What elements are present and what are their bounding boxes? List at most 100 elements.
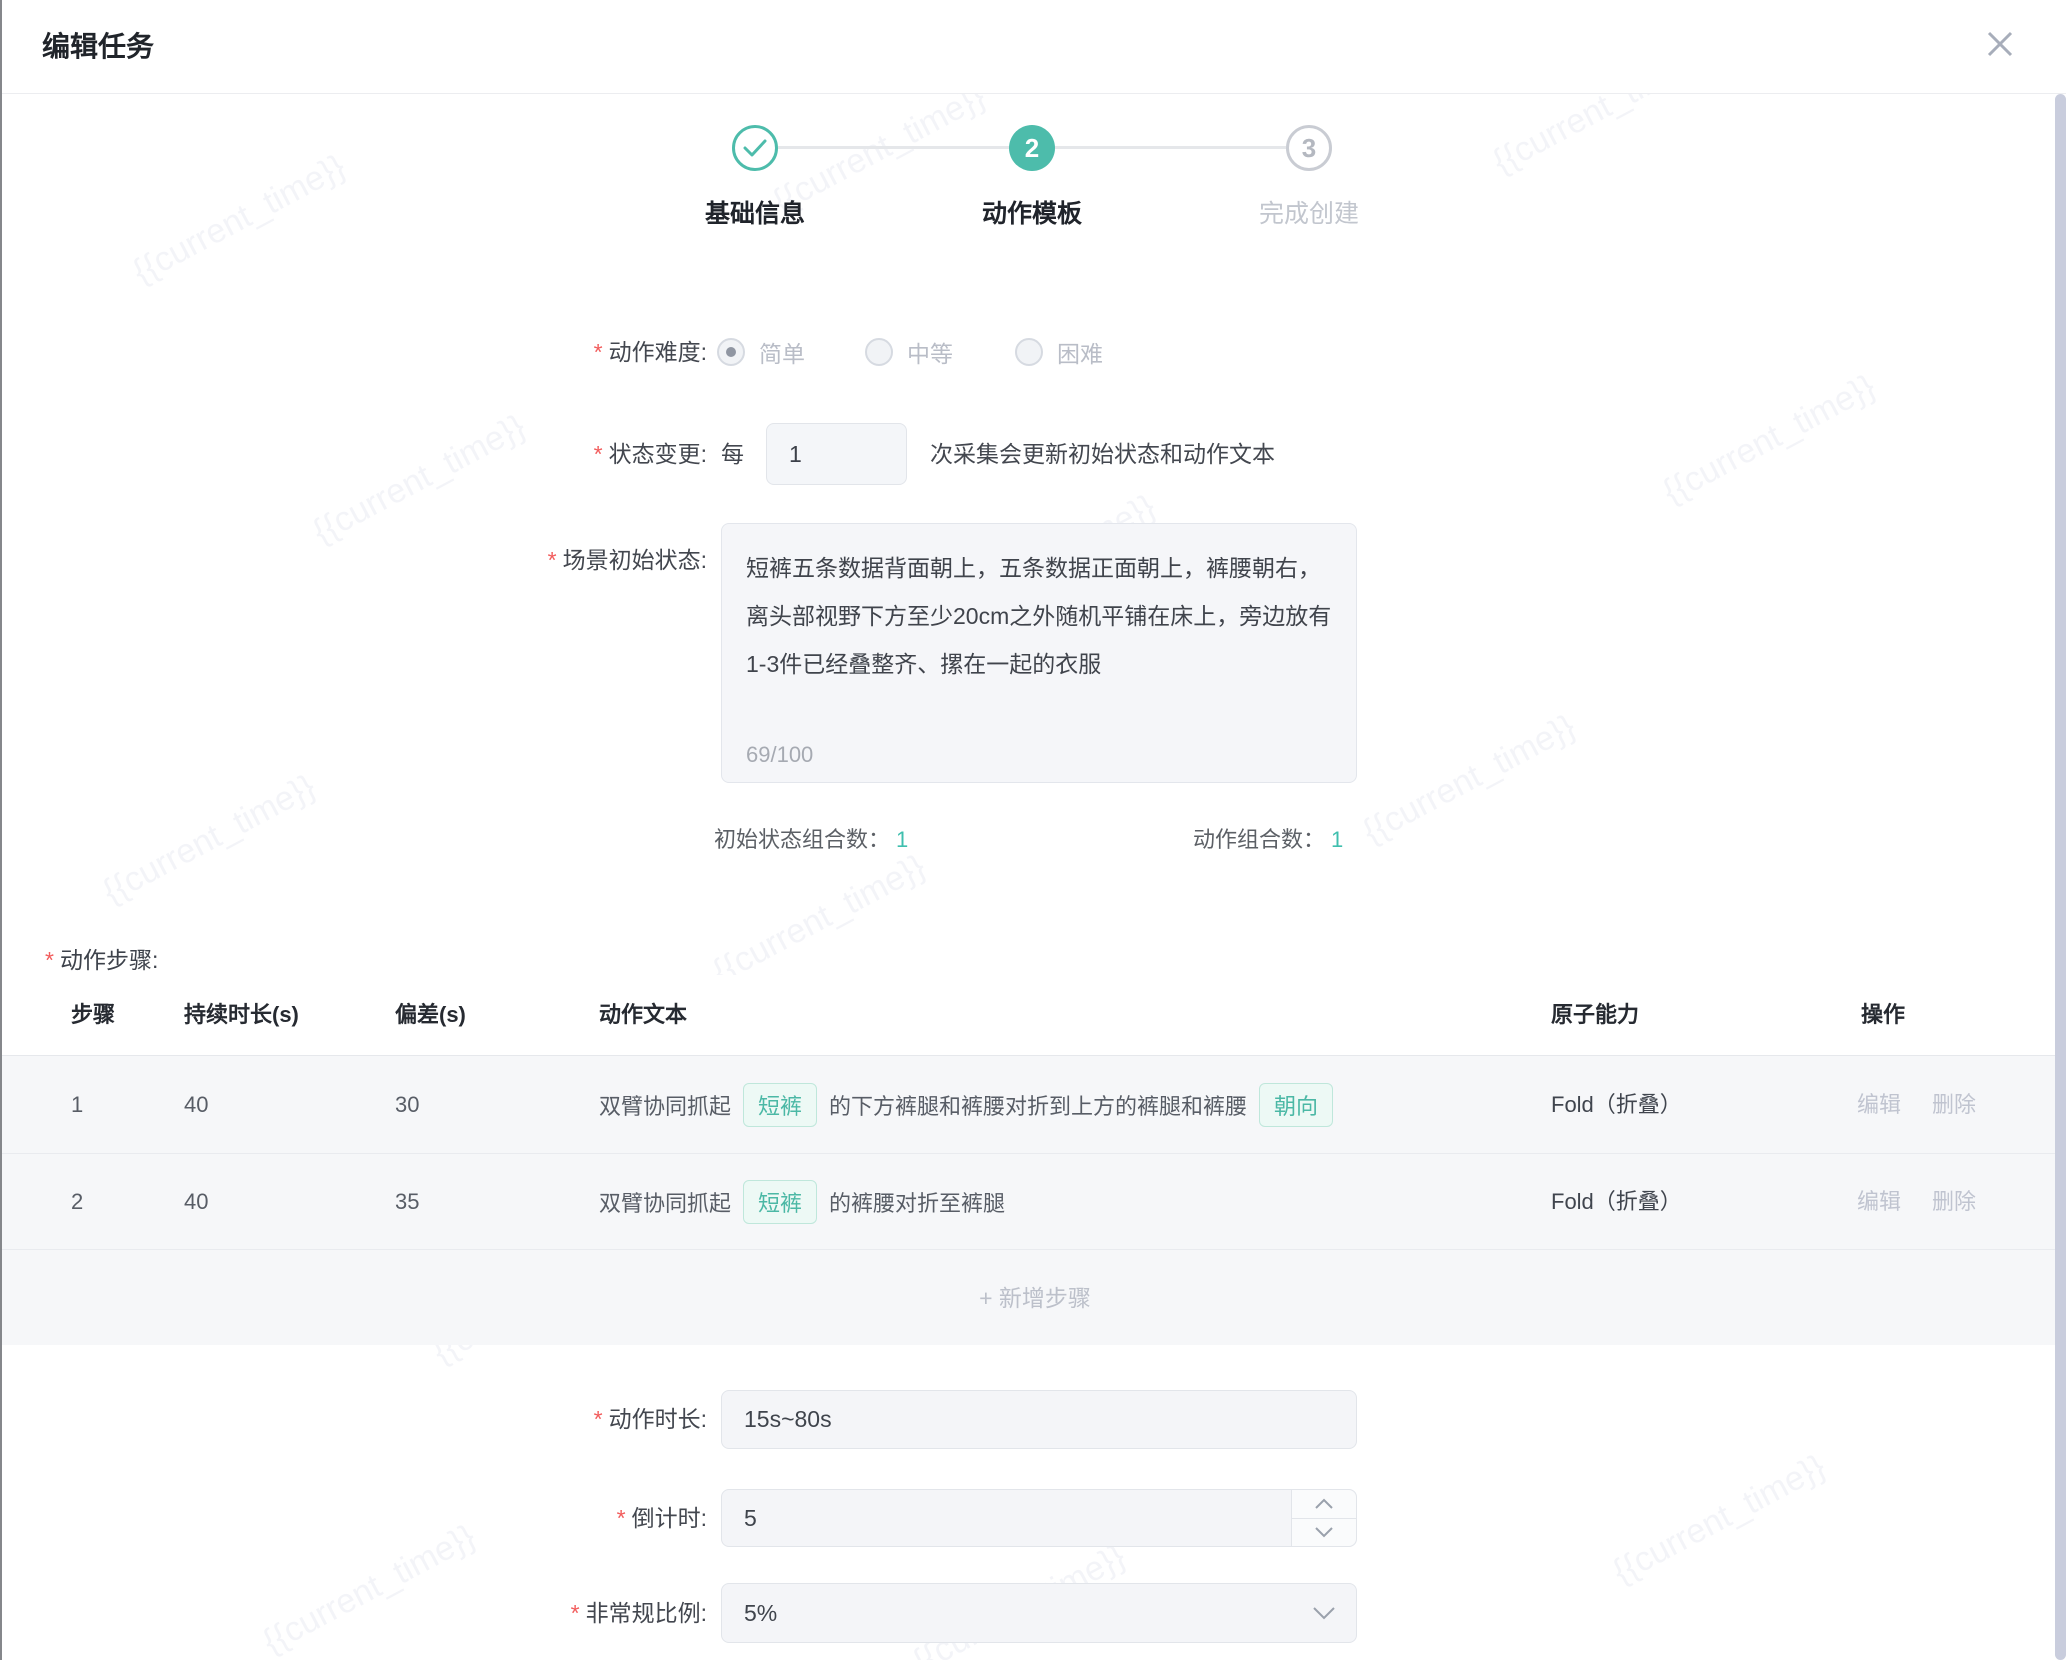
step-1-indicator <box>732 125 778 171</box>
cell-ability: Fold（折叠） <box>1551 1154 1682 1250</box>
initial-state-text: 短裤五条数据背面朝上，五条数据正面朝上，裤腰朝右，离头部视野下方至少20cm之外… <box>746 555 1331 677</box>
initial-state-label: *场景初始状态: <box>2 545 707 575</box>
state-change-suffix: 次采集会更新初始状态和动作文本 <box>930 423 1275 485</box>
action-text-fragment: 双臂协同抓起 <box>599 1089 731 1121</box>
close-icon[interactable] <box>1978 22 2022 66</box>
required-mark: * <box>617 1505 626 1531</box>
decrease-button[interactable] <box>1292 1519 1356 1547</box>
steps-table-header: 步骤 持续时长(s) 偏差(s) 动作文本 原子能力 操作 <box>2 975 2066 1055</box>
duration-input[interactable]: 15s~80s <box>721 1390 1357 1449</box>
cell-deviation: 35 <box>395 1154 419 1250</box>
radio-selected-icon <box>717 338 745 366</box>
combo-counts-row: 初始状态组合数：1 动作组合数：1 <box>2 822 2066 858</box>
action-combo-count: 动作组合数：1 <box>1193 822 1343 858</box>
object-tag: 朝向 <box>1259 1083 1333 1127</box>
action-text-fragment: 的裤腰对折至裤腿 <box>829 1186 1005 1218</box>
char-counter: 69/100 <box>746 740 813 770</box>
number-spinner <box>1291 1490 1356 1546</box>
unusual-ratio-select[interactable]: 5% <box>721 1583 1357 1643</box>
difficulty-row: *动作难度: 简单 中等 困难 <box>2 326 2066 378</box>
table-row: 1 40 30 双臂协同抓起短裤的下方裤腿和裤腰对折到上方的裤腿和裤腰朝向 Fo… <box>2 1056 2066 1154</box>
radio-label: 简单 <box>759 335 805 369</box>
cell-action-text: 双臂协同抓起短裤的裤腰对折至裤腿 <box>599 1154 1005 1250</box>
required-mark: * <box>594 441 603 467</box>
cell-duration: 40 <box>184 1056 208 1154</box>
stepper-connector-1 <box>778 146 1009 149</box>
required-mark: * <box>571 1600 580 1626</box>
steps-table-body: 1 40 30 双臂协同抓起短裤的下方裤腿和裤腰对折到上方的裤腿和裤腰朝向 Fo… <box>2 1055 2066 1345</box>
edit-link[interactable]: 编辑 <box>1857 1154 1901 1250</box>
state-change-row: *状态变更: 每 1 次采集会更新初始状态和动作文本 <box>2 423 2066 485</box>
scrollbar-thumb[interactable] <box>2055 94 2066 1660</box>
stepper-connector-2 <box>1055 146 1286 149</box>
chevron-down-icon <box>1312 1584 1336 1642</box>
duration-label: *动作时长: <box>2 1390 707 1449</box>
initial-state-row: *场景初始状态: 短裤五条数据背面朝上，五条数据正面朝上，裤腰朝右，离头部视野下… <box>2 523 2066 783</box>
action-steps-label: *动作步骤: <box>45 940 158 980</box>
radio-icon <box>865 338 893 366</box>
duration-row: *动作时长: 15s~80s <box>2 1390 2066 1449</box>
col-action-text: 动作文本 <box>599 975 687 1055</box>
cell-step: 1 <box>71 1056 83 1154</box>
required-mark: * <box>45 947 54 973</box>
watermark-text: {{current_time}} <box>127 147 352 291</box>
action-text-fragment: 双臂协同抓起 <box>599 1186 731 1218</box>
col-operations: 操作 <box>1861 975 1905 1055</box>
action-steps-label-row: *动作步骤: <box>2 940 2066 980</box>
dialog-title: 编辑任务 <box>42 27 154 67</box>
required-mark: * <box>594 1406 603 1432</box>
step-3-label: 完成创建 <box>1189 194 1429 230</box>
edit-task-dialog: {{current_time}}{{current_time}}{{curren… <box>0 0 2066 1660</box>
radio-difficulty-medium[interactable]: 中等 <box>865 326 953 378</box>
radio-difficulty-hard[interactable]: 困难 <box>1015 326 1103 378</box>
object-tag: 短裤 <box>743 1083 817 1127</box>
duration-value: 15s~80s <box>744 1391 832 1448</box>
state-change-prefix: 每 <box>721 423 744 485</box>
unusual-ratio-row: *非常规比例: 5% <box>2 1583 2066 1643</box>
required-mark: * <box>594 339 603 365</box>
difficulty-label: *动作难度: <box>2 326 707 378</box>
initial-state-textarea[interactable]: 短裤五条数据背面朝上，五条数据正面朝上，裤腰朝右，离头部视野下方至少20cm之外… <box>721 523 1357 783</box>
step-3-number: 3 <box>1302 133 1316 164</box>
cell-duration: 40 <box>184 1154 208 1250</box>
radio-label: 中等 <box>907 335 953 369</box>
col-deviation: 偏差(s) <box>395 975 466 1055</box>
unusual-ratio-label: *非常规比例: <box>2 1583 707 1643</box>
dialog-header: 编辑任务 <box>2 0 2066 94</box>
radio-label: 困难 <box>1057 335 1103 369</box>
initial-combo-value: 1 <box>896 827 908 852</box>
state-change-value: 1 <box>789 441 802 467</box>
add-step-button[interactable]: + 新增步骤 <box>2 1250 2066 1346</box>
col-ability: 原子能力 <box>1551 975 1639 1055</box>
countdown-value: 5 <box>744 1490 757 1546</box>
chevron-down-icon <box>1314 1526 1334 1538</box>
col-step: 步骤 <box>71 975 115 1055</box>
required-mark: * <box>548 547 557 573</box>
increase-button[interactable] <box>1292 1490 1356 1519</box>
cell-deviation: 30 <box>395 1056 419 1154</box>
step-3-indicator: 3 <box>1286 125 1332 171</box>
countdown-label: *倒计时: <box>2 1489 707 1547</box>
chevron-up-icon <box>1314 1498 1334 1510</box>
state-change-input[interactable]: 1 <box>766 423 907 485</box>
delete-link[interactable]: 删除 <box>1932 1056 1976 1154</box>
table-row: 2 40 35 双臂协同抓起短裤的裤腰对折至裤腿 Fold（折叠） 编辑 删除 <box>2 1154 2066 1250</box>
edit-link[interactable]: 编辑 <box>1857 1056 1901 1154</box>
countdown-input[interactable]: 5 <box>721 1489 1357 1547</box>
step-1-label: 基础信息 <box>635 194 875 230</box>
unusual-ratio-value: 5% <box>744 1584 777 1642</box>
object-tag: 短裤 <box>743 1180 817 1224</box>
cell-step: 2 <box>71 1154 83 1250</box>
countdown-row: *倒计时: 5 <box>2 1489 2066 1547</box>
delete-link[interactable]: 删除 <box>1932 1154 1976 1250</box>
cell-action-text: 双臂协同抓起短裤的下方裤腿和裤腰对折到上方的裤腿和裤腰朝向 <box>599 1056 1333 1154</box>
step-2-number: 2 <box>1025 133 1039 164</box>
check-icon <box>743 139 767 157</box>
step-2-indicator: 2 <box>1009 125 1055 171</box>
state-change-label: *状态变更: <box>2 423 707 485</box>
radio-icon <box>1015 338 1043 366</box>
initial-combo-count: 初始状态组合数：1 <box>714 822 908 858</box>
action-combo-value: 1 <box>1331 827 1343 852</box>
radio-difficulty-easy[interactable]: 简单 <box>717 326 805 378</box>
col-duration: 持续时长(s) <box>184 975 299 1055</box>
